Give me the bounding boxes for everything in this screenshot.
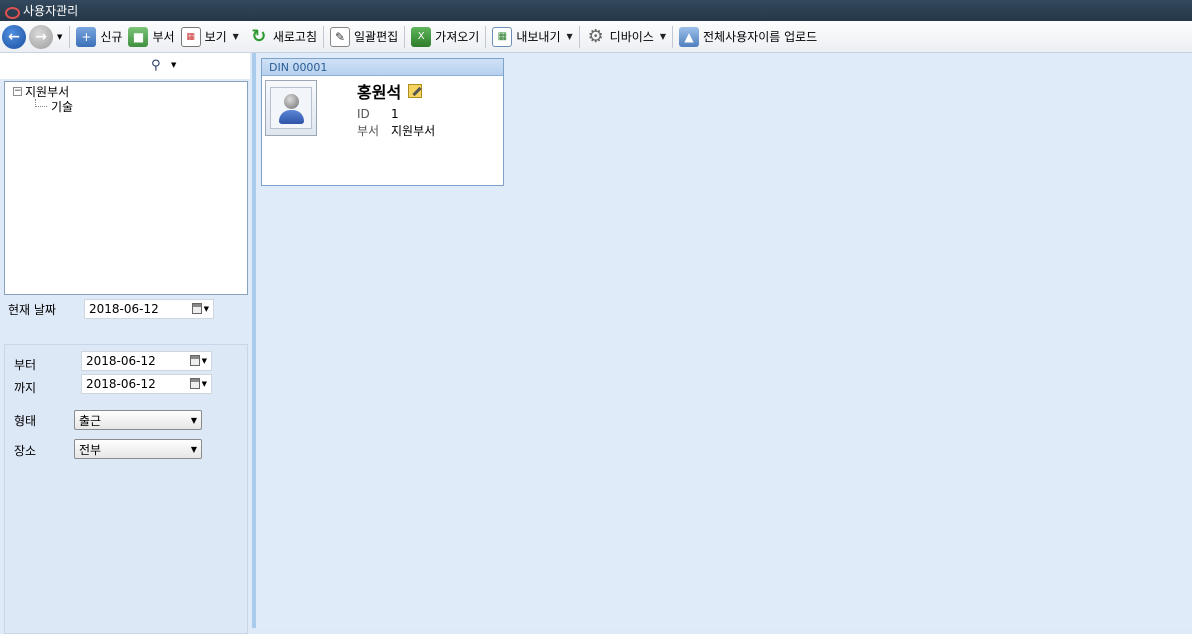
user-card[interactable]: DIN 00001 홍원석 ID 1 부서 지원부서 [261,58,504,186]
toolbar-separator [578,25,580,48]
current-date-label: 현재 날짜 [8,303,56,317]
from-date-label: 부터 [14,358,37,372]
app-icon [4,4,20,19]
to-date-label: 까지 [14,381,37,395]
user-dept-row: 부서 지원부서 [357,122,435,139]
edit-icon[interactable] [408,84,423,98]
export-dropdown-icon[interactable]: ▼ [567,32,573,41]
gear-icon: ⚙ [587,26,604,47]
to-date-picker[interactable]: 2018-06-12 ▼ [81,374,212,394]
calendar-icon[interactable]: ▼ [189,378,207,389]
current-date-picker[interactable]: 2018-06-12 ▼ [84,299,214,319]
export-icon: ▦ [492,26,513,47]
toolbar-separator [404,25,406,48]
calendar-icon[interactable]: ▼ [189,355,207,366]
user-avatar-icon [270,87,312,129]
toolbar-separator [323,25,324,48]
toolbar-separator [485,25,487,48]
user-id-label: ID [357,107,370,121]
user-name: 홍원석 [357,79,423,103]
filter-panel: 부터 2018-06-12 ▼ 까지 2018-06-12 ▼ 형태 출근 ▼ … [4,344,248,634]
type-select-value: 출근 [79,413,102,428]
refresh-button[interactable]: ↻ 새로고침 [246,24,320,50]
device-dropdown-icon[interactable]: ▼ [660,32,666,41]
bulk-edit-label: 일괄편집 [354,30,399,44]
export-button[interactable]: ▦ 내보내기 ▼ [489,24,575,50]
tree-node-child[interactable]: 기술 [35,98,73,115]
place-select-value: 전부 [79,442,102,457]
chevron-down-icon: ▼ [190,445,197,454]
add-user-icon: + [76,26,97,47]
back-icon[interactable]: ← [2,24,26,49]
upload-all-users-label: 전체사용자이름 업로드 [703,30,818,44]
toolbar-separator [69,25,71,48]
toolbar: ← → ▼ + 신규 ■ 부서 ▦ 보기 ▼ ↻ 새로고침 ✎ 일괄편집 X 가… [0,21,1192,53]
user-name-text: 홍원석 [357,83,402,102]
view-grid-icon: ▦ [180,26,201,47]
view-button[interactable]: ▦ 보기 ▼ [178,24,242,50]
import-icon: X [411,26,432,47]
tree-connector [35,98,47,107]
department-tree: − 지원부서 기술 [4,81,248,295]
place-label: 장소 [14,444,37,458]
avatar[interactable] [265,80,317,136]
tree-node-child-label: 기술 [51,100,74,114]
window-title: 사용자관리 [23,4,79,18]
bulk-edit-icon: ✎ [330,26,350,47]
export-label: 내보내기 [516,30,561,44]
import-label: 가져오기 [435,30,480,44]
tree-search-bar[interactable]: ⚲ ▼ [0,53,250,79]
user-id-row: ID 1 [357,107,399,121]
left-panel: ⚲ ▼ − 지원부서 기술 현재 날짜 2018-06-12 ▼ 부터 2018… [0,53,252,634]
search-icon[interactable]: ⚲ [151,58,161,73]
view-dropdown-icon[interactable]: ▼ [233,32,239,41]
department-icon: ■ [128,26,149,47]
user-dept-label: 부서 [357,124,380,138]
upload-users-icon: ▲ [679,26,699,47]
new-user-label: 신규 [100,30,123,44]
bulk-edit-button[interactable]: ✎ 일괄편집 [327,24,401,50]
user-id-value: 1 [391,107,399,121]
calendar-icon[interactable]: ▼ [191,303,209,314]
history-dropdown-icon[interactable]: ▼ [57,33,62,41]
upload-all-users-button[interactable]: ▲ 전체사용자이름 업로드 [676,24,820,50]
from-date-picker[interactable]: 2018-06-12 ▼ [81,351,212,371]
type-label: 형태 [14,414,37,428]
department-button[interactable]: ■ 부서 [125,24,177,50]
to-date-value: 2018-06-12 [86,377,156,391]
type-select[interactable]: 출근 ▼ [74,410,202,430]
device-label: 디바이스 [609,30,654,44]
user-dept-value: 지원부서 [391,124,436,138]
view-label: 보기 [204,30,227,44]
from-date-value: 2018-06-12 [86,354,156,368]
department-label: 부서 [152,30,175,44]
user-din: DIN 00001 [269,60,328,74]
title-bar: 사용자관리 [0,0,1192,21]
user-card-area: DIN 00001 홍원석 ID 1 부서 지원부서 [256,53,1192,628]
device-button[interactable]: ⚙ 디바이스 ▼ [583,24,669,50]
new-user-button[interactable]: + 신규 [73,24,125,50]
place-select[interactable]: 전부 ▼ [74,439,202,459]
chevron-down-icon: ▼ [190,416,197,425]
collapse-icon[interactable]: − [13,87,22,96]
toolbar-separator [672,25,673,48]
refresh-label: 새로고침 [272,30,317,44]
import-button[interactable]: X 가져오기 [408,24,482,50]
user-card-header: DIN 00001 [262,59,503,76]
forward-icon[interactable]: → [29,24,53,49]
refresh-icon: ↻ [251,26,267,47]
current-date-value: 2018-06-12 [89,302,159,316]
search-dropdown-icon[interactable]: ▼ [171,61,176,69]
